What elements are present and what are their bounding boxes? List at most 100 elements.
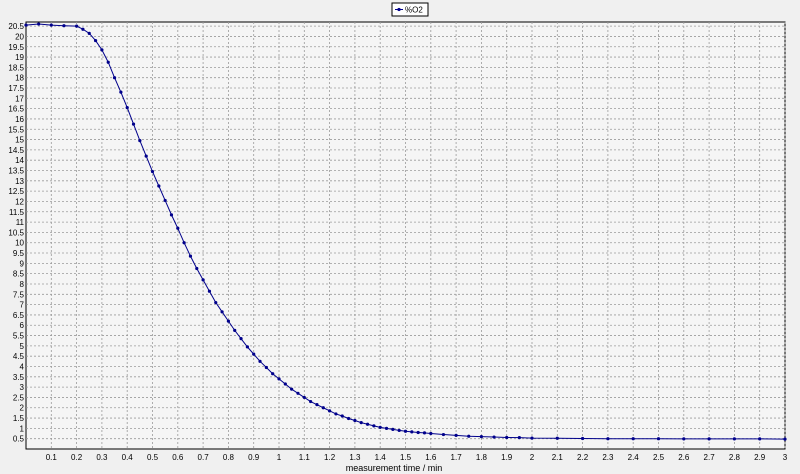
data-point — [429, 431, 433, 436]
x-tick-label: 1.5 — [400, 453, 412, 462]
data-point — [555, 436, 559, 440]
data-point — [283, 382, 287, 386]
y-tick-label: 1 — [20, 424, 25, 433]
x-tick-label: 2.2 — [577, 453, 589, 462]
data-point — [334, 412, 338, 416]
data-point — [321, 406, 325, 410]
y-tick-label: 6 — [20, 321, 25, 330]
y-tick-label: 14.5 — [8, 146, 24, 155]
data-point — [682, 437, 686, 441]
x-tick-label: 0.9 — [248, 453, 260, 462]
y-tick-label: 13.5 — [8, 167, 24, 176]
data-point — [315, 403, 319, 407]
chart-svg: 0.511.522.533.544.555.566.577.588.599.51… — [8, 2, 788, 473]
x-tick-label: 1.7 — [451, 453, 463, 462]
data-point — [277, 377, 281, 381]
x-tick-label: 1.2 — [324, 453, 336, 462]
x-tick-label: 2 — [530, 453, 535, 462]
data-point — [384, 426, 389, 430]
y-tick-label: 8.5 — [13, 270, 25, 279]
x-tick-label: 0.8 — [223, 453, 235, 462]
y-tick-label: 15 — [15, 136, 24, 145]
data-point — [353, 418, 357, 423]
y-tick-label: 20.5 — [8, 22, 24, 31]
data-point — [581, 436, 585, 441]
y-tick-label: 4 — [20, 362, 25, 371]
data-point — [252, 352, 256, 356]
data-point — [49, 23, 53, 27]
y-tick-label: 2.5 — [13, 393, 25, 402]
y-tick-label: 3 — [20, 383, 25, 392]
data-point — [157, 184, 161, 188]
data-point — [530, 436, 534, 440]
y-tick-label: 7.5 — [13, 290, 25, 299]
data-point — [372, 424, 376, 428]
data-point — [606, 437, 610, 441]
y-tick-label: 16 — [15, 115, 24, 124]
x-axis-ticks: 0.1 0.2 0.3 0.4 0.5 0.6 0.7 0.8 0.9 1 1.1 1.2 1.3 1.4… — [46, 453, 788, 462]
data-point — [37, 22, 41, 26]
data-point — [422, 431, 427, 435]
y-tick-label: 13 — [15, 177, 24, 186]
data-point — [479, 435, 483, 439]
data-point — [245, 345, 249, 349]
data-point — [258, 359, 262, 363]
y-tick-label: 5.5 — [13, 332, 25, 341]
data-point — [346, 416, 351, 421]
legend-series-label: %O2 — [405, 6, 423, 15]
y-tick-label: 0.5 — [13, 435, 25, 444]
x-tick-label: 2.6 — [678, 453, 690, 462]
data-point — [517, 436, 521, 440]
x-tick-label: 2.1 — [552, 453, 564, 462]
x-tick-label: 2.9 — [754, 453, 766, 462]
data-point — [290, 387, 294, 391]
data-point — [707, 437, 711, 441]
y-tick-label: 16.5 — [8, 105, 24, 114]
data-point — [233, 328, 237, 332]
y-tick-label: 10 — [15, 239, 24, 248]
x-tick-label: 0.6 — [172, 453, 184, 462]
y-tick-label: 18 — [15, 74, 24, 83]
data-point — [328, 409, 332, 413]
data-point — [131, 122, 136, 126]
data-point — [182, 241, 186, 245]
legend: %O2 — [391, 2, 429, 17]
y-tick-label: 9 — [20, 259, 25, 268]
data-point — [62, 24, 66, 28]
x-tick-label: 0.3 — [96, 453, 108, 462]
data-point — [296, 391, 300, 395]
data-point — [87, 31, 91, 35]
data-point — [631, 437, 635, 441]
data-point — [783, 437, 787, 441]
y-tick-label: 1.5 — [13, 414, 25, 423]
x-tick-label: 0.2 — [71, 453, 83, 462]
data-point — [24, 23, 28, 27]
data-point — [119, 90, 123, 94]
data-point — [112, 76, 117, 80]
x-tick-label: 1.9 — [501, 453, 513, 462]
data-point — [732, 437, 737, 441]
x-tick-label: 1.3 — [349, 453, 361, 462]
data-point — [125, 106, 129, 110]
data-point — [656, 437, 661, 441]
x-tick-label: 2.3 — [602, 453, 614, 462]
x-tick-label: 1.6 — [425, 453, 437, 462]
y-tick-label: 3.5 — [13, 373, 25, 382]
x-axis-title: measurement time / min — [346, 463, 443, 473]
data-point — [302, 395, 306, 400]
y-tick-label: 19 — [15, 53, 24, 62]
x-tick-label: 3 — [783, 453, 788, 462]
x-tick-label: 2.8 — [729, 453, 741, 462]
data-point — [416, 430, 420, 435]
y-tick-label: 10.5 — [8, 228, 24, 237]
y-axis-ticks: 0.511.522.533.544.555.566.577.588.599.51… — [8, 22, 24, 444]
data-point — [467, 434, 471, 438]
data-point — [365, 422, 370, 426]
data-point — [214, 300, 218, 305]
data-point — [758, 437, 762, 441]
data-point — [100, 48, 104, 52]
data-point — [378, 425, 382, 429]
x-tick-label: 1.4 — [375, 453, 387, 462]
y-tick-label: 2 — [20, 404, 25, 413]
x-tick-label: 0.5 — [147, 453, 159, 462]
